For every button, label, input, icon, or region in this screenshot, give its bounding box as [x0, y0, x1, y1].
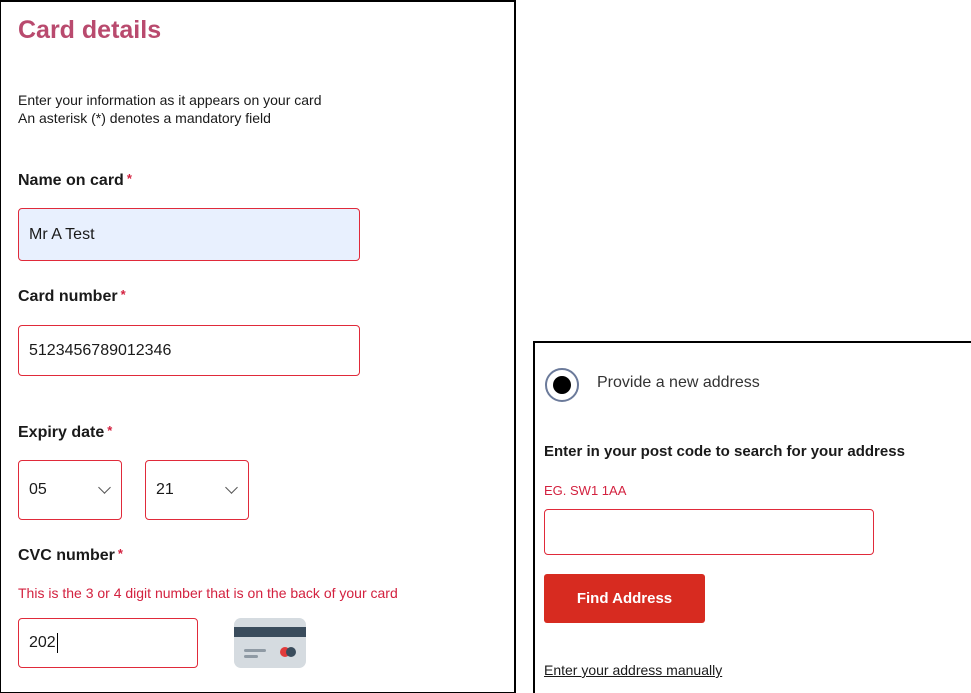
required-asterisk: *: [117, 546, 123, 561]
cvc-hint: This is the 3 or 4 digit number that is …: [18, 585, 398, 601]
text-cursor: [56, 633, 58, 653]
mandatory-note: An asterisk (*) denotes a mandatory fiel…: [18, 110, 271, 126]
postcode-prompt: Enter in your post code to search for yo…: [544, 443, 905, 460]
card-number-label: Card number *: [18, 287, 126, 306]
expiry-month-select[interactable]: 05: [18, 460, 122, 520]
expiry-year-select[interactable]: 21: [145, 460, 249, 520]
name-on-card-label: Name on card *: [18, 171, 132, 190]
expiry-year-value: 21: [156, 481, 174, 498]
radio-selected-dot: [553, 376, 571, 394]
chevron-down-icon: [98, 480, 111, 494]
required-asterisk: *: [120, 287, 126, 302]
expiry-date-label-text: Expiry date: [18, 424, 105, 441]
postcode-example: EG. SW1 1AA: [544, 483, 627, 498]
manual-address-link[interactable]: Enter your address manually: [544, 662, 722, 678]
cvc-label-text: CVC number: [18, 547, 115, 564]
name-on-card-input[interactable]: Mr A Test: [18, 208, 360, 261]
expiry-month-value: 05: [29, 481, 47, 498]
cvc-input[interactable]: 202: [18, 618, 198, 668]
postcode-input[interactable]: [544, 509, 874, 555]
intro-text: Enter your information as it appears on …: [18, 91, 363, 127]
name-on-card-label-text: Name on card: [18, 172, 124, 189]
chevron-down-icon: [225, 480, 238, 494]
card-back-icon: [234, 618, 306, 668]
card-number-input[interactable]: 5123456789012346: [18, 325, 360, 376]
find-address-button[interactable]: Find Address: [544, 574, 705, 623]
intro-instruction: Enter your information as it appears on …: [18, 92, 322, 108]
card-number-label-text: Card number: [18, 288, 118, 305]
card-number-value: 5123456789012346: [29, 341, 172, 359]
cvc-label: CVC number *: [18, 546, 123, 565]
new-address-radio-label[interactable]: Provide a new address: [597, 374, 760, 392]
name-on-card-value: Mr A Test: [29, 225, 95, 243]
required-asterisk: *: [126, 171, 132, 186]
required-asterisk: *: [107, 423, 113, 438]
expiry-date-label: Expiry date *: [18, 423, 113, 442]
new-address-radio[interactable]: [545, 368, 579, 402]
cvc-value: 202: [29, 634, 56, 651]
page-title: Card details: [18, 16, 162, 44]
